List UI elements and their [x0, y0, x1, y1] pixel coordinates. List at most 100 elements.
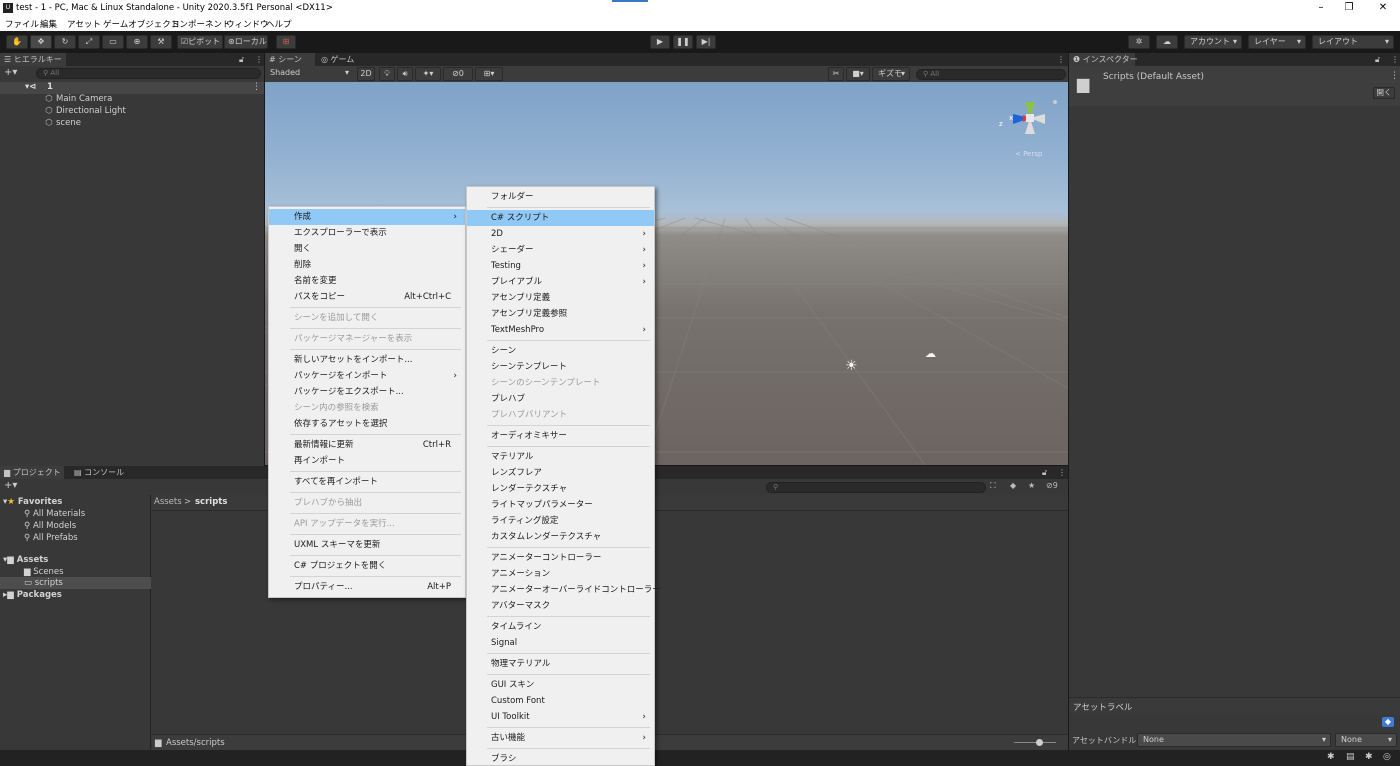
add-icon[interactable]: +▾	[4, 67, 17, 78]
cloud-icon[interactable]: ☁	[1156, 35, 1178, 49]
create-submenu-item[interactable]: シーン	[467, 343, 654, 359]
hierarchy-search-input[interactable]: ⚲ All	[36, 68, 261, 79]
create-submenu-item[interactable]: フォルダー	[467, 189, 654, 205]
folder-scripts[interactable]: ▭ scripts	[24, 578, 63, 588]
create-submenu-item[interactable]: アニメーターオーバーライドコントローラー	[467, 582, 661, 598]
hierarchy-item-main-camera[interactable]: ⬡ Main Camera	[44, 94, 112, 104]
create-submenu-item[interactable]: 物理マテリアル	[467, 656, 654, 672]
rect-tool-icon[interactable]: ▭	[102, 35, 124, 49]
transform-tool-icon[interactable]: ⊕	[126, 35, 148, 49]
tab-project[interactable]: ▆ プロジェクト	[0, 466, 64, 479]
inspector-header-more-icon[interactable]: ⋮	[1390, 71, 1399, 81]
context-menu-item[interactable]: 再インポート	[269, 453, 465, 469]
2d-toggle[interactable]: 2D	[357, 67, 375, 81]
project-lock-icon[interactable]: 🔓︎	[1038, 466, 1051, 479]
bug-icon[interactable]: ✱	[1327, 752, 1335, 762]
create-submenu-item[interactable]: アニメーターコントローラー	[467, 550, 654, 566]
create-submenu-item[interactable]: C# スクリプト	[467, 210, 654, 226]
breadcrumb-assets[interactable]: Assets	[154, 497, 182, 507]
step-button[interactable]: ▶|	[696, 35, 716, 49]
tab-console[interactable]: ▤ コンソール	[70, 466, 128, 479]
favorite-all-models[interactable]: ⚲ All Models	[24, 521, 76, 531]
menu-file[interactable]: ファイル	[5, 18, 39, 30]
filter-label-icon[interactable]: ◆	[1010, 481, 1016, 490]
create-submenu-item[interactable]: レンダーテクスチャ	[467, 481, 654, 497]
create-submenu-item[interactable]: ブラシ	[467, 751, 654, 766]
label-tag-icon[interactable]: ◆	[1382, 717, 1394, 727]
create-submenu-item[interactable]: 2D ›	[467, 226, 654, 242]
menu-window[interactable]: ウィンドウ	[226, 18, 269, 30]
scale-tool-icon[interactable]: ⤢	[78, 35, 100, 49]
effects-dropdown-icon[interactable]: ✦▾	[415, 67, 441, 81]
gizmos-dropdown[interactable]: ギズモ	[872, 67, 910, 81]
open-button[interactable]: 開く	[1373, 87, 1395, 99]
favorites-folder[interactable]: ▾★ Favorites	[3, 497, 62, 507]
tools-icon[interactable]: ✂	[828, 67, 844, 81]
asset-variant-dropdown[interactable]: None	[1335, 733, 1397, 747]
create-submenu-item[interactable]: UI Toolkit ›	[467, 709, 654, 725]
project-more-icon[interactable]: ⋮	[1054, 466, 1070, 479]
create-submenu-item[interactable]: プレハブ	[467, 391, 654, 407]
menu-component[interactable]: コンポーネント	[171, 18, 231, 30]
context-menu-item[interactable]: プロパティー... Alt+P	[269, 579, 465, 595]
close-button[interactable]: ✕	[1368, 1, 1398, 15]
context-menu-item[interactable]: 新しいアセットをインポート...	[269, 352, 465, 368]
inspector-more-icon[interactable]: ⋮	[1387, 53, 1400, 66]
custom-tool-icon[interactable]: ⚒	[150, 35, 172, 49]
shading-mode-dropdown[interactable]: Shaded	[265, 67, 353, 81]
auto-generate-lighting-icon[interactable]: ◎	[1383, 752, 1391, 762]
favorite-all-prefabs[interactable]: ⚲ All Prefabs	[24, 533, 78, 543]
create-submenu-item[interactable]: ライティング設定	[467, 513, 654, 529]
account-dropdown[interactable]: アカウント	[1184, 35, 1242, 49]
favorite-all-materials[interactable]: ⚲ All Materials	[24, 509, 85, 519]
create-submenu-item[interactable]: Custom Font	[467, 693, 654, 709]
context-menu-item[interactable]: 削除	[269, 257, 465, 273]
local-toggle[interactable]: ⊛ローカル	[224, 35, 268, 49]
breadcrumb-current[interactable]: scripts	[195, 497, 227, 507]
tab-hierarchy[interactable]: ☰ ヒエラルキー	[0, 53, 66, 66]
scene-search-input[interactable]: ⚲ All	[916, 69, 1066, 80]
create-submenu-item[interactable]: プレイアブル ›	[467, 274, 654, 290]
menu-help[interactable]: ヘルプ	[266, 18, 292, 30]
create-submenu-item[interactable]: オーディオミキサー	[467, 428, 654, 444]
create-submenu-item[interactable]: アセンブリ定義	[467, 290, 654, 306]
filter-type-icon[interactable]: ⛶	[990, 481, 996, 491]
assets-folder[interactable]: ▾▆ Assets	[3, 555, 48, 565]
grid-dropdown-icon[interactable]: ⊞▾	[475, 67, 503, 81]
play-button[interactable]: ▶	[650, 35, 670, 49]
icon-size-slider-thumb[interactable]	[1036, 739, 1043, 746]
context-menu-item[interactable]: 開く	[269, 241, 465, 257]
tab-inspector[interactable]: ❶ インスペクター	[1069, 53, 1138, 66]
asset-bundle-dropdown[interactable]: None	[1137, 733, 1331, 747]
pause-button[interactable]: ❚❚	[673, 35, 693, 49]
hierarchy-item-directional-light[interactable]: ⬡ Directional Light	[44, 106, 126, 116]
rotate-tool-icon[interactable]: ↻	[54, 35, 76, 49]
pivot-toggle[interactable]: ☑ピボット	[177, 35, 223, 49]
lock-icon[interactable]: 🔓︎	[235, 53, 248, 66]
persp-label[interactable]: < Persp	[1015, 150, 1042, 158]
context-menu-item[interactable]: 作成 ›	[269, 209, 465, 225]
create-submenu-item[interactable]: Testing ›	[467, 258, 654, 274]
context-menu-item[interactable]: UXML スキーマを更新	[269, 537, 465, 553]
hand-tool-icon[interactable]: ✋	[6, 35, 28, 49]
cache-server-icon[interactable]: ▤	[1346, 752, 1355, 762]
context-menu-item[interactable]: パッケージをエクスポート...	[269, 384, 465, 400]
menu-edit[interactable]: 編集	[40, 18, 57, 30]
create-submenu-item[interactable]: シェーダー ›	[467, 242, 654, 258]
context-menu-item[interactable]: C# プロジェクトを開く	[269, 558, 465, 574]
context-menu-item[interactable]: 名前を変更	[269, 273, 465, 289]
create-submenu-item[interactable]: TextMeshPro ›	[467, 322, 654, 338]
tab-scene[interactable]: # シーン	[265, 53, 315, 66]
camera-gizmo-icon[interactable]: ☁	[925, 347, 936, 360]
inspector-lock-icon[interactable]: 🔓︎	[1371, 53, 1384, 66]
context-menu-item[interactable]: パスをコピー Alt+Ctrl+C	[269, 289, 465, 305]
hierarchy-item-scene[interactable]: ⬡ scene	[44, 118, 81, 128]
restore-button[interactable]: ❐	[1334, 1, 1364, 15]
create-submenu-item[interactable]: GUI スキン	[467, 677, 654, 693]
lighting-toggle-icon[interactable]: 💡︎	[379, 67, 395, 81]
move-tool-icon[interactable]: ✥	[30, 35, 52, 49]
create-submenu-item[interactable]: アニメーション	[467, 566, 654, 582]
services-icon[interactable]: ✲	[1128, 35, 1150, 49]
create-submenu-item[interactable]: マテリアル	[467, 449, 654, 465]
context-menu-item[interactable]: エクスプローラーで表示	[269, 225, 465, 241]
